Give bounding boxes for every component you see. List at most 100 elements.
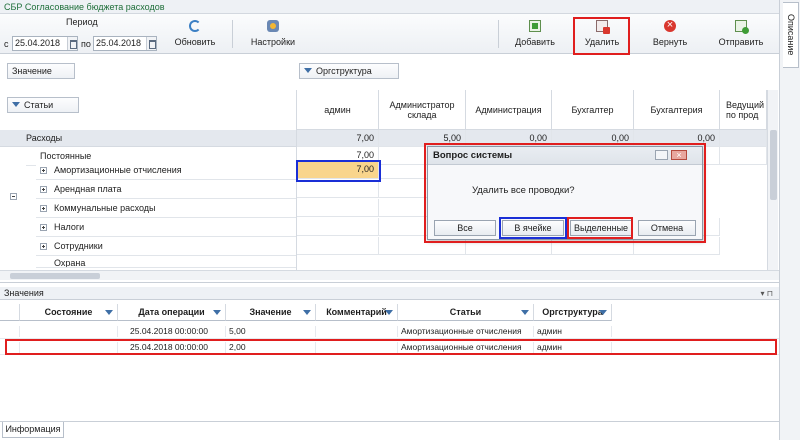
settings-label: Настройки: [250, 37, 296, 47]
from-date-value: 25.04.2018: [15, 38, 61, 48]
send-icon: [735, 20, 749, 34]
refresh-icon: [189, 20, 201, 32]
grid-column-label: Значение: [249, 307, 292, 317]
pivot-cell[interactable]: 0,00: [634, 130, 720, 147]
grid-column-header[interactable]: Оргструктура: [534, 304, 612, 321]
org-cell[interactable]: админ: [534, 342, 612, 353]
column-header[interactable]: Администрация: [466, 90, 552, 130]
pivot-cell-selected[interactable]: 7,00: [297, 161, 379, 179]
data-field-chip[interactable]: Значение: [7, 63, 75, 79]
return-button[interactable]: Вернуть: [644, 16, 696, 52]
row-field-chip[interactable]: Статьи: [7, 97, 79, 113]
row-header-item[interactable]: Сотрудники: [36, 237, 296, 256]
filter-icon[interactable]: [385, 310, 393, 315]
row-header-item[interactable]: Налоги: [36, 218, 296, 237]
to-calendar-icon[interactable]: [146, 37, 156, 50]
cancel-button[interactable]: Отмена: [638, 220, 696, 236]
pin-icon[interactable]: ▾ ⊓: [761, 287, 773, 300]
filter-icon[interactable]: [213, 310, 221, 315]
values-panel-caption: Значения ▾ ⊓: [0, 287, 779, 300]
grid-column-header[interactable]: Дата операции: [118, 304, 226, 321]
toolbar: Период с 25.04.2018 по 25.04.2018 Обнови…: [0, 14, 779, 54]
pivot-cell[interactable]: [297, 237, 379, 255]
value-cell[interactable]: 2,00: [226, 342, 316, 353]
restore-icon[interactable]: [655, 150, 668, 160]
close-icon[interactable]: ×: [671, 150, 687, 160]
pivot-cell[interactable]: 0,00: [552, 130, 634, 147]
delete-button[interactable]: Удалить: [576, 16, 628, 52]
article-cell[interactable]: Амортизационные отчисления: [398, 342, 534, 353]
information-tab[interactable]: Информация: [2, 422, 64, 438]
toolbar-separator: [232, 20, 233, 48]
column-header[interactable]: Ведущий по прод: [720, 90, 767, 130]
status-cell[interactable]: [20, 342, 118, 353]
grid-column-header[interactable]: Комментарий: [316, 304, 398, 321]
row-field-label: Статьи: [24, 100, 54, 110]
pivot-horizontal-scrollbar[interactable]: [0, 270, 779, 280]
from-date-input[interactable]: 25.04.2018: [12, 36, 78, 51]
grid-column-header[interactable]: Значение: [226, 304, 316, 321]
value-cell[interactable]: 5,00: [226, 326, 316, 337]
pivot-cell[interactable]: [297, 218, 379, 236]
column-header[interactable]: Администратор склада: [379, 90, 466, 130]
expand-icon[interactable]: [40, 205, 47, 212]
add-button[interactable]: Добавить: [508, 16, 562, 52]
confirm-dialog: Вопрос системы × Удалить все проводки? В…: [427, 146, 703, 240]
grid-column-header[interactable]: Состояние: [20, 304, 118, 321]
filter-icon[interactable]: [303, 310, 311, 315]
article-cell[interactable]: Амортизационные отчисления: [398, 326, 534, 337]
status-cell[interactable]: [20, 326, 118, 337]
pivot-cell[interactable]: 5,00: [379, 130, 466, 147]
add-label: Добавить: [515, 37, 555, 47]
org-cell[interactable]: админ: [534, 326, 612, 337]
pivot-cell[interactable]: [297, 180, 379, 198]
send-button[interactable]: Отправить: [710, 16, 772, 52]
refresh-button[interactable]: Обновить: [168, 16, 222, 52]
collapse-icon[interactable]: [10, 193, 17, 200]
from-calendar-icon[interactable]: [67, 37, 77, 50]
date-cell[interactable]: 25.04.2018 00:00:00: [118, 326, 226, 337]
filter-icon[interactable]: [304, 68, 312, 74]
to-date-input[interactable]: 25.04.2018: [93, 36, 157, 51]
description-tab[interactable]: Описание: [783, 2, 799, 68]
to-prefix: по: [81, 39, 91, 49]
grid-column-label: Оргструктура: [542, 307, 603, 317]
pivot-cell[interactable]: [297, 199, 379, 217]
row-header-item[interactable]: Охрана: [36, 256, 296, 268]
column-header[interactable]: Бухгалтер: [552, 90, 634, 130]
expand-icon[interactable]: [40, 243, 47, 250]
row-header-item[interactable]: Амортизационные отчисления: [36, 161, 296, 180]
pivot-cell[interactable]: 0,00: [466, 130, 552, 147]
expand-icon[interactable]: [40, 224, 47, 231]
expand-icon[interactable]: [40, 186, 47, 193]
data-field-label: Значение: [12, 66, 52, 76]
row-header-item[interactable]: Арендная плата: [36, 180, 296, 199]
grid-column-header[interactable]: Статьи: [398, 304, 534, 321]
grid-column-label: Состояние: [44, 307, 93, 317]
comment-cell[interactable]: [316, 342, 398, 353]
send-label: Отправить: [718, 37, 764, 47]
filter-icon[interactable]: [12, 102, 20, 108]
pivot-cell[interactable]: [720, 147, 767, 165]
filter-icon[interactable]: [105, 310, 113, 315]
all-button[interactable]: Все: [434, 220, 496, 236]
in-cell-button[interactable]: В ячейке: [502, 220, 564, 236]
filter-icon[interactable]: [599, 310, 607, 315]
column-header[interactable]: админ: [297, 90, 379, 130]
dialog-title-text: Вопрос системы: [433, 150, 513, 161]
row-header-item[interactable]: Коммунальные расходы: [36, 199, 296, 218]
scrollbar-thumb[interactable]: [10, 273, 100, 279]
selected-button[interactable]: Выделенные: [570, 220, 632, 236]
scrollbar-thumb[interactable]: [770, 130, 777, 200]
row-header-total[interactable]: Расходы: [0, 130, 296, 147]
pivot-cell[interactable]: [720, 130, 767, 147]
date-cell[interactable]: 25.04.2018 00:00:00: [118, 342, 226, 353]
column-field-chip[interactable]: Оргструктура: [299, 63, 399, 79]
comment-cell[interactable]: [316, 326, 398, 337]
pivot-cell[interactable]: 7,00: [297, 130, 379, 147]
filter-icon[interactable]: [521, 310, 529, 315]
expand-icon[interactable]: [40, 167, 47, 174]
pivot-vertical-scrollbar[interactable]: [767, 90, 778, 270]
column-header[interactable]: Бухгалтерия: [634, 90, 720, 130]
settings-button[interactable]: Настройки: [244, 16, 302, 52]
